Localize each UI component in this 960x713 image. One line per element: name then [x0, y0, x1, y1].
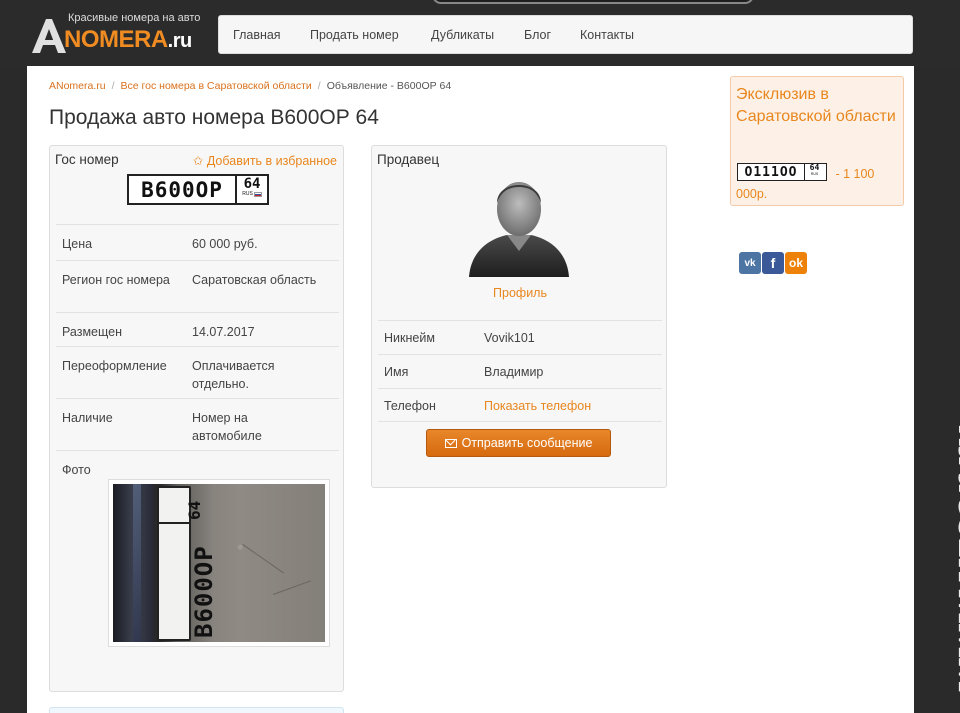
exclusive-price: - 1 100 000р. [736, 167, 875, 201]
envelope-icon [444, 438, 457, 448]
detail-row-availability: Наличие Номер на автомобиле [56, 398, 339, 450]
send-message-button[interactable]: Отправить сообщение [426, 429, 611, 457]
plate-panel: Гос номер ✩ Добавить в избранное В600ОР … [49, 145, 344, 692]
nav-duplicates[interactable]: Дубликаты [431, 28, 494, 42]
logo-tagline: Красивые номера на авто [68, 12, 201, 24]
logo-text: NOMERA.ru [64, 26, 192, 53]
plate-number: В600ОР [141, 177, 223, 202]
nav-blog[interactable]: Блог [524, 28, 551, 42]
plate-photo[interactable]: 64 В600ОР [108, 479, 330, 647]
seller-row-nickname: Никнейм Vovik101 [378, 320, 662, 354]
flag-icon [253, 191, 262, 197]
exclusive-title[interactable]: Эксклюзив в Саратовской области [736, 84, 901, 128]
nav-home[interactable]: Главная [233, 28, 281, 42]
page-title: Продажа авто номера В600ОР 64 [49, 106, 379, 129]
seller-row-name: Имя Владимир [378, 354, 662, 388]
main-content: ANomera.ru / Все гос номера в Саратовской … [27, 66, 914, 713]
facebook-share-icon[interactable]: f [762, 252, 784, 274]
next-panel-edge [49, 707, 344, 713]
profile-link[interactable]: Профиль [372, 286, 668, 300]
detail-row-region: Регион гос номера Саратовская область [56, 260, 339, 312]
site-header: Красивые номера на авто NOMERA.ru Главна… [0, 0, 960, 66]
detail-row-price: Цена 60 000 руб. [56, 224, 339, 260]
detail-row-posted: Размещен 14.07.2017 [56, 312, 339, 346]
nav-sell[interactable]: Продать номер [310, 28, 399, 42]
show-phone-link[interactable]: Показать телефон [484, 399, 591, 413]
seller-panel: Продавец Профиль Никнейм Vovik101 Имя Вл… [371, 145, 667, 488]
breadcrumb-home[interactable]: ANomera.ru [49, 80, 106, 92]
seller-row-phone: Телефон Показать телефон [378, 388, 662, 422]
user-avatar-icon [469, 182, 569, 277]
main-nav: Главная Продать номер Дубликаты Блог Кон… [218, 15, 913, 54]
odnoklassniki-share-icon[interactable]: ok [785, 252, 807, 274]
breadcrumb: ANomera.ru / Все гос номера в Саратовской … [49, 80, 452, 92]
seller-panel-title: Продавец [377, 152, 440, 167]
exclusive-block: Эксклюзив в Саратовской области О111ОО 6… [730, 76, 904, 206]
watermark-text: www.vzsar.ru [944, 420, 960, 692]
detail-row-reregistration: Переоформление Оплачивается отдельно. [56, 346, 339, 398]
breadcrumb-region[interactable]: Все гос номера в Саратовской области [121, 80, 312, 92]
license-plate: В600ОР 64 RUS [127, 174, 269, 205]
social-share: vk f ok [739, 252, 807, 274]
plate-photo-image: 64 В600ОР [113, 484, 325, 642]
logo-a-icon [32, 19, 66, 53]
plate-panel-title: Гос номер [55, 152, 119, 167]
vk-share-icon[interactable]: vk [739, 252, 761, 274]
search-input[interactable] [432, 0, 754, 4]
plate-region: 64 RUS [235, 176, 267, 203]
nav-contacts[interactable]: Контакты [580, 28, 634, 42]
detail-row-photo: Фото [56, 450, 339, 480]
site-logo[interactable]: Красивые номера на авто NOMERA.ru [30, 12, 215, 56]
add-favorite-link[interactable]: ✩ Добавить в избранное [193, 153, 337, 168]
breadcrumb-current: Объявление - В600ОР 64 [326, 80, 452, 92]
